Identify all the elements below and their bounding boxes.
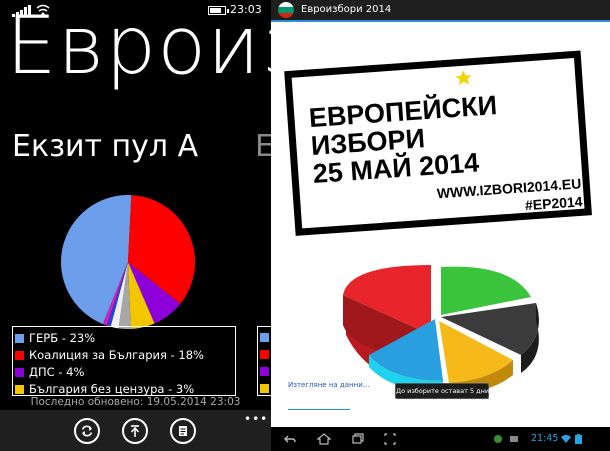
legend-swatch: [15, 385, 24, 394]
app-title: Евроизбори: [6, 0, 271, 92]
legend-label: България без цензура - 3%: [29, 382, 195, 396]
pivot-header-active[interactable]: Екзит пул А: [12, 132, 198, 162]
battery-icon: [575, 434, 582, 444]
android-navigation-bar: 21:45: [271, 427, 610, 451]
android-screen: Евроизбори 2014 ЕВРОПЕЙСКИ ИЗБОРИ 25 МАЙ…: [271, 0, 610, 451]
download-data-link[interactable]: Изтегляне на данни...: [288, 381, 369, 389]
exit-poll-pie-chart: [61, 194, 196, 329]
progress-underline: [288, 409, 350, 410]
pin-icon: [130, 425, 140, 437]
windows-phone-screen: 23:03 Евроизбори Екзит пул А Е ГЕРБ - 23…: [0, 0, 271, 451]
chart-legend: ГЕРБ - 23% Коалиция за България - 18% ДПС …: [12, 326, 236, 396]
elections-poster: ЕВРОПЕЙСКИ ИЗБОРИ 25 МАЙ 2014 WWW.IZBORI…: [284, 50, 592, 236]
wifi-icon: [561, 435, 571, 443]
legend-label: Коалиция за България - 18%: [29, 348, 204, 362]
document-icon: [179, 426, 187, 436]
days-left-toast: До изборите остават 5 дни: [395, 383, 489, 399]
3d-pie-chart: [343, 265, 539, 395]
legend-label: ДПС - 4%: [29, 365, 85, 379]
action-bar: Евроизбори 2014: [271, 0, 610, 20]
home-icon[interactable]: [317, 432, 331, 446]
usb-debug-icon: [494, 435, 502, 443]
legend-label: ГЕРБ - 23%: [29, 331, 96, 345]
application-bar: •••: [0, 410, 271, 451]
next-pivot-legend-peek: [257, 326, 271, 396]
action-bar-title: Евроизбори 2014: [301, 4, 392, 15]
eu-star-icon: [455, 70, 472, 86]
more-options-button[interactable]: •••: [244, 412, 268, 426]
pivot-header-next[interactable]: Е: [255, 132, 271, 162]
legend-swatch: [15, 334, 24, 343]
legend-swatch: [15, 351, 24, 360]
recent-apps-icon[interactable]: [351, 432, 365, 446]
legend-swatch: [15, 368, 24, 377]
image-notification-icon: [510, 436, 518, 442]
refresh-icon: [81, 425, 93, 437]
refresh-button[interactable]: [74, 418, 100, 444]
back-icon[interactable]: [283, 432, 297, 446]
pin-to-start-button[interactable]: [122, 418, 148, 444]
bulgarian-flag-app-icon[interactable]: [278, 2, 294, 18]
screenshot-icon[interactable]: [383, 432, 397, 446]
last-updated-text: Последно обновено: 19.05.2014 23:03: [0, 396, 271, 410]
system-clock: 21:45: [531, 433, 559, 444]
details-button[interactable]: [170, 418, 196, 444]
